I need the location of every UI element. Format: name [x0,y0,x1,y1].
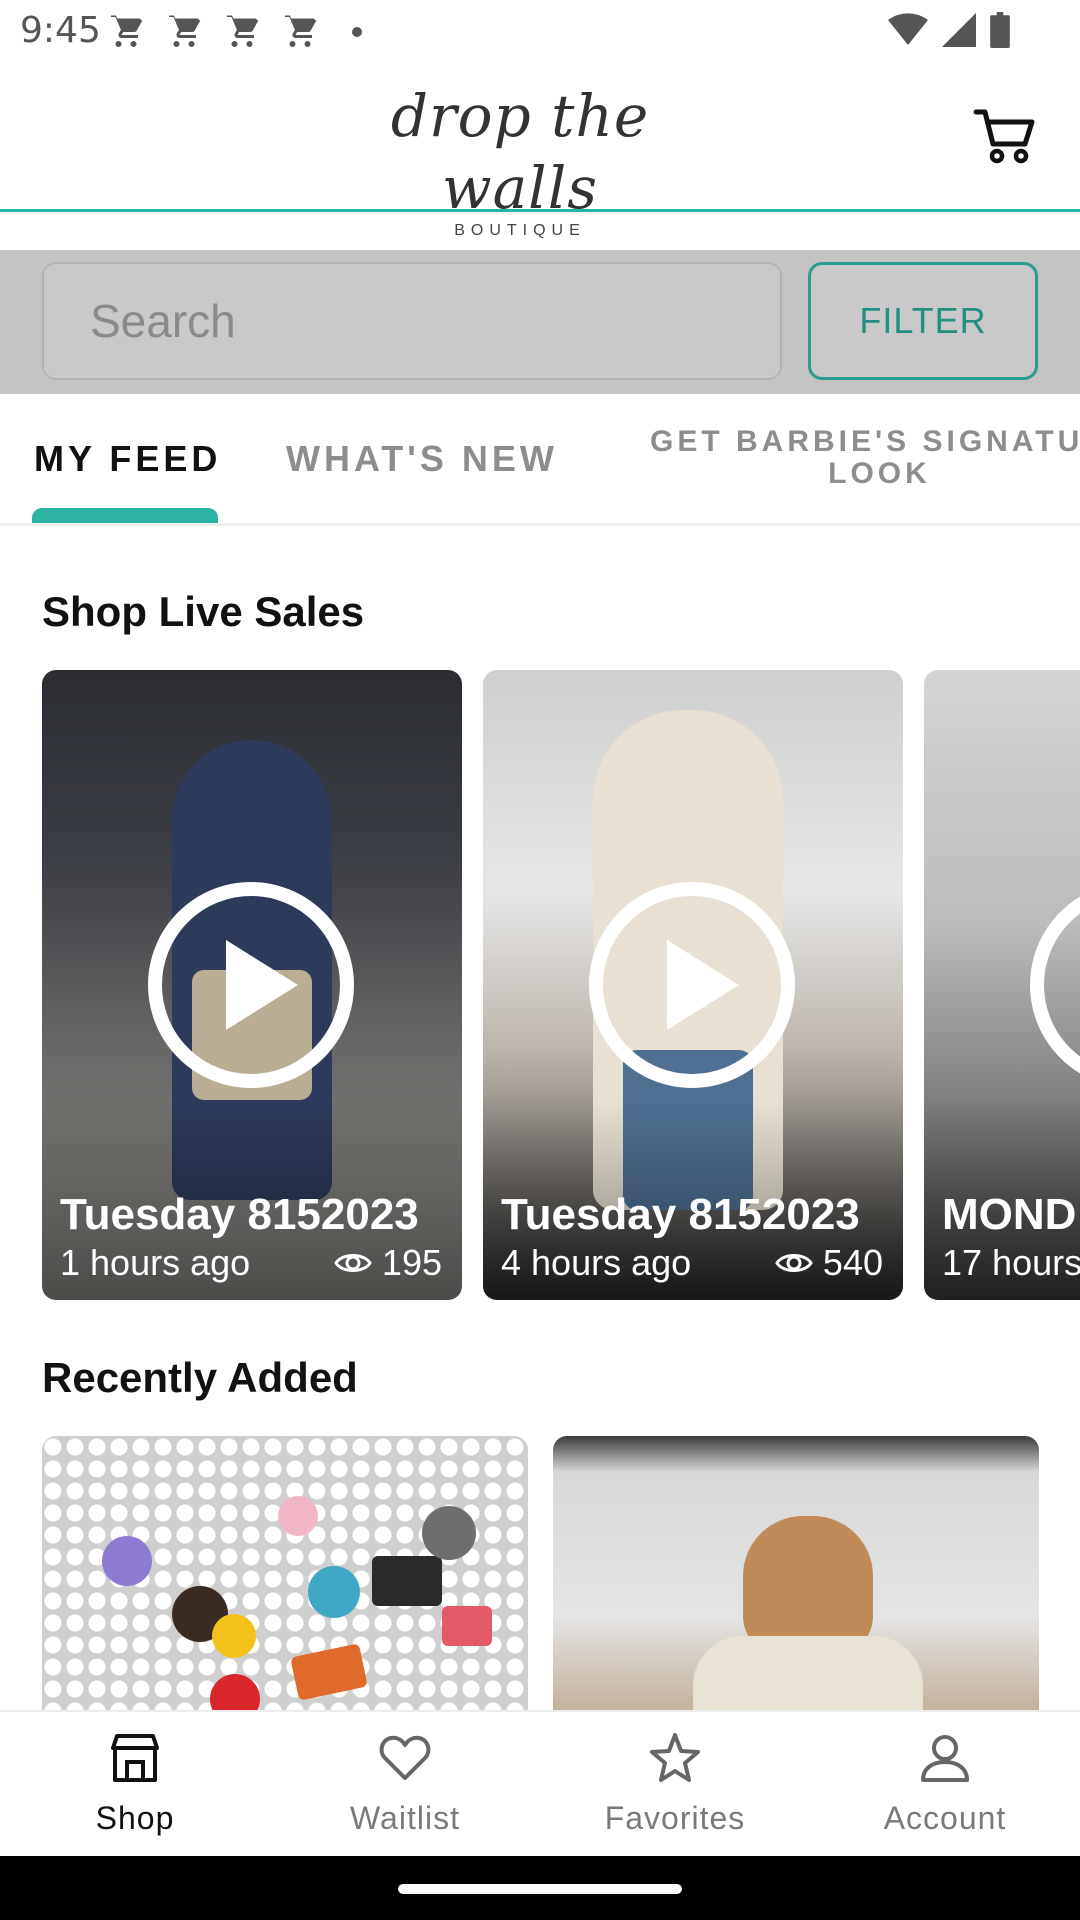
logo-subtitle: BOUTIQUE [454,222,586,239]
nav-item-shop[interactable]: Shop [0,1712,270,1858]
view-count: 195 [381,1242,442,1283]
image-detail [693,1636,923,1710]
search-input[interactable]: Search [42,262,782,380]
nav-item-favorites[interactable]: Favorites [540,1712,810,1858]
cart-button[interactable] [972,102,1038,168]
image-detail [290,1643,368,1701]
cart-icon [227,15,259,47]
play-icon[interactable] [1028,880,1080,1090]
live-sale-time: 4 hours ago [501,1242,692,1283]
tab-barbie-look[interactable]: GET BARBIE'S SIGNATUR LOOK [650,425,1080,523]
eye-icon [775,1254,813,1272]
live-sale-title: MOND [942,1190,1077,1239]
play-icon[interactable] [587,880,797,1090]
cart-icon [973,109,1035,164]
search-bar-area: Search FILTER [0,250,1080,394]
nav-item-account[interactable]: Account [810,1712,1080,1858]
image-detail [422,1506,476,1560]
logo-script: drop the walls [390,82,650,222]
view-count: 540 [822,1242,883,1283]
cart-icon [285,15,317,47]
live-sales-carousel[interactable]: Tuesday 8152023 1 hours ago 195 Tuesday … [0,670,1080,1300]
live-sale-time: 1 hours ago [60,1242,251,1283]
star-icon [650,1733,700,1782]
nav-item-waitlist[interactable]: Waitlist [270,1712,540,1858]
image-detail [372,1556,442,1606]
notification-icons [108,14,362,50]
tab-barbie-line2: LOOK [828,457,931,490]
section-title-live-sales: Shop Live Sales [42,588,365,635]
live-sale-meta: 4 hours ago 540 [501,1242,883,1284]
play-icon[interactable] [146,880,356,1090]
recently-added-grid [0,1436,1080,1710]
system-icons [888,12,1010,48]
feed-tabs: MY FEED WHAT'S NEW GET BARBIE'S SIGNATUR… [0,394,1080,526]
wifi-icon [888,13,928,46]
live-sale-views: 195 [334,1242,442,1284]
nav-label-shop: Shop [95,1800,175,1836]
heart-icon [379,1735,431,1780]
live-sale-views: 540 [775,1242,883,1284]
image-detail [102,1536,152,1586]
tab-whats-new[interactable]: WHAT'S NEW [286,438,558,523]
live-sale-meta: 17 hours [942,1242,1080,1284]
live-sale-card[interactable]: Tuesday 8152023 1 hours ago 195 [42,670,462,1300]
active-tab-indicator [32,508,218,523]
battery-icon [990,12,1010,48]
image-detail [212,1614,256,1658]
product-image [743,1516,873,1656]
live-sale-card[interactable]: Tuesday 8152023 4 hours ago 540 [483,670,903,1300]
product-card[interactable] [553,1436,1039,1710]
image-detail [442,1606,492,1646]
live-sale-card[interactable]: MOND 17 hours [924,670,1080,1300]
live-sale-meta: 1 hours ago 195 [60,1242,442,1284]
product-card[interactable] [42,1436,528,1710]
live-sale-time: 17 hours [942,1242,1080,1283]
bottom-navigation: Shop Waitlist Favorites Account [0,1710,1080,1856]
tab-barbie-line1: GET BARBIE'S SIGNATUR [650,425,1080,458]
dot-icon [352,27,362,37]
filter-button[interactable]: FILTER [808,262,1038,380]
nav-label-account: Account [883,1800,1007,1836]
app-header: drop the walls BOUTIQUE [0,62,1080,239]
cart-icon [169,15,201,47]
status-bar: 9:45 [0,0,1080,62]
nav-label-waitlist: Waitlist [350,1800,460,1836]
cart-icon [111,15,143,47]
store-icon [111,1734,159,1782]
status-time: 9:45 [20,10,101,51]
signal-icon [942,13,976,47]
nav-label-favorites: Favorites [604,1800,746,1836]
system-gesture-bar [0,1856,1080,1920]
image-detail [308,1566,360,1618]
live-sale-title: Tuesday 8152023 [501,1190,860,1239]
section-title-recently-added: Recently Added [42,1354,358,1401]
image-detail [278,1496,318,1536]
home-gesture-handle[interactable] [398,1884,682,1894]
person-icon [921,1735,969,1782]
live-sale-title: Tuesday 8152023 [60,1190,419,1239]
image-detail [210,1674,260,1710]
eye-icon [334,1254,372,1272]
brand-logo[interactable]: drop the walls BOUTIQUE [370,80,670,239]
